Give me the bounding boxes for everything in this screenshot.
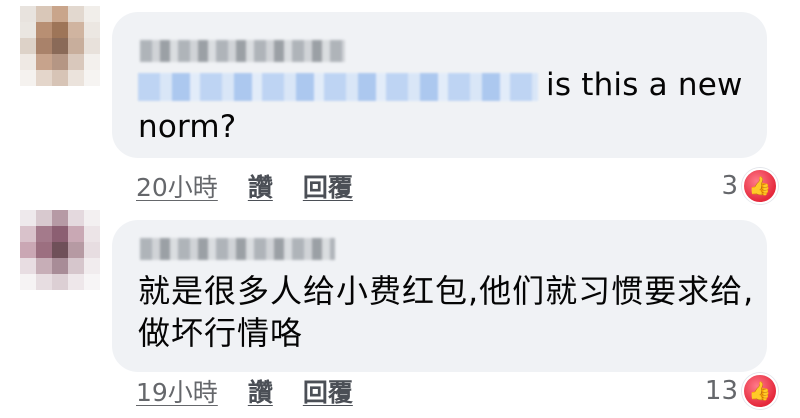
timestamp-link[interactable]: 20小時 <box>136 168 218 204</box>
author-name-redacted[interactable] <box>140 40 345 62</box>
comment-item: 就是很多人给小费红包,他们就习惯要求给,做坏行情咯 19小時 讚 回覆 13 👍 <box>0 210 800 418</box>
reaction-summary[interactable]: 3 👍 <box>721 168 778 204</box>
comment-text: 就是很多人给小费红包,他们就习惯要求给,做坏行情咯 <box>138 272 755 352</box>
avatar[interactable] <box>20 6 100 86</box>
comment-bubble: is this a new norm? <box>112 12 767 158</box>
like-button[interactable]: 讚 <box>248 168 273 204</box>
author-name-redacted[interactable] <box>140 238 335 260</box>
redacted-link[interactable] <box>138 72 538 101</box>
comment-actions: 19小時 讚 回覆 <box>136 373 353 409</box>
comment-bubble: 就是很多人给小费红包,他们就习惯要求给,做坏行情咯 <box>112 220 767 372</box>
comment-text: is this a new norm? <box>138 64 758 148</box>
reply-button[interactable]: 回覆 <box>303 373 353 409</box>
reaction-count: 13 <box>704 376 738 406</box>
comment-item: is this a new norm? 20小時 讚 回覆 3 👍 <box>0 0 800 210</box>
reply-button[interactable]: 回覆 <box>303 168 353 204</box>
like-button[interactable]: 讚 <box>248 373 273 409</box>
comment-actions: 20小時 讚 回覆 <box>136 168 353 204</box>
love-reaction-icon: 👍 <box>742 168 778 204</box>
timestamp-link[interactable]: 19小時 <box>136 373 218 409</box>
avatar[interactable] <box>20 210 100 290</box>
reaction-count: 3 <box>721 171 738 201</box>
reaction-summary[interactable]: 13 👍 <box>705 373 778 409</box>
love-reaction-icon: 👍 <box>742 373 778 409</box>
